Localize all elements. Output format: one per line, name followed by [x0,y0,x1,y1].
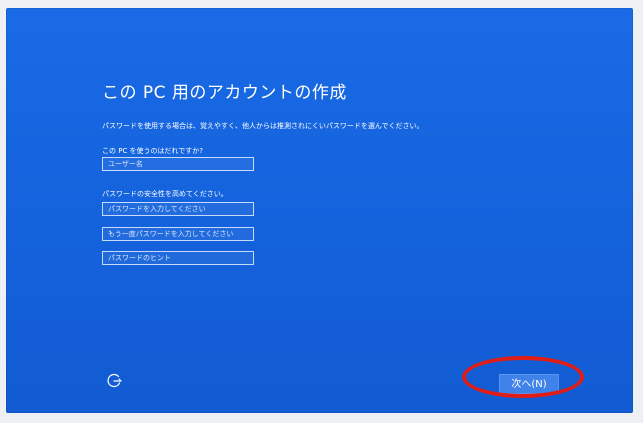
username-label: この PC を使うのはだれですか? [102,147,203,155]
setup-screen: この PC 用のアカウントの作成 パスワードを使用する場合は、覚えやすく、他人か… [6,8,633,413]
photo-frame: この PC 用のアカウントの作成 パスワードを使用する場合は、覚えやすく、他人か… [0,0,643,423]
password-section-label: パスワードの安全性を高めてください。 [102,190,228,198]
password-hint-input[interactable]: パスワードのヒント [102,251,254,265]
password-confirm-input[interactable]: もう一度パスワードを入力してください [102,227,254,241]
password-input[interactable]: パスワードを入力してください [102,202,254,216]
ease-of-access-icon[interactable] [104,371,124,391]
username-input[interactable]: ユーザー名 [102,157,254,171]
page-description: パスワードを使用する場合は、覚えやすく、他人からは推測されにくいパスワードを選ん… [102,122,424,130]
next-button[interactable]: 次へ(N) [499,374,559,394]
page-title: この PC 用のアカウントの作成 [102,83,347,103]
ease-of-access-icon-graphic [107,373,122,388]
